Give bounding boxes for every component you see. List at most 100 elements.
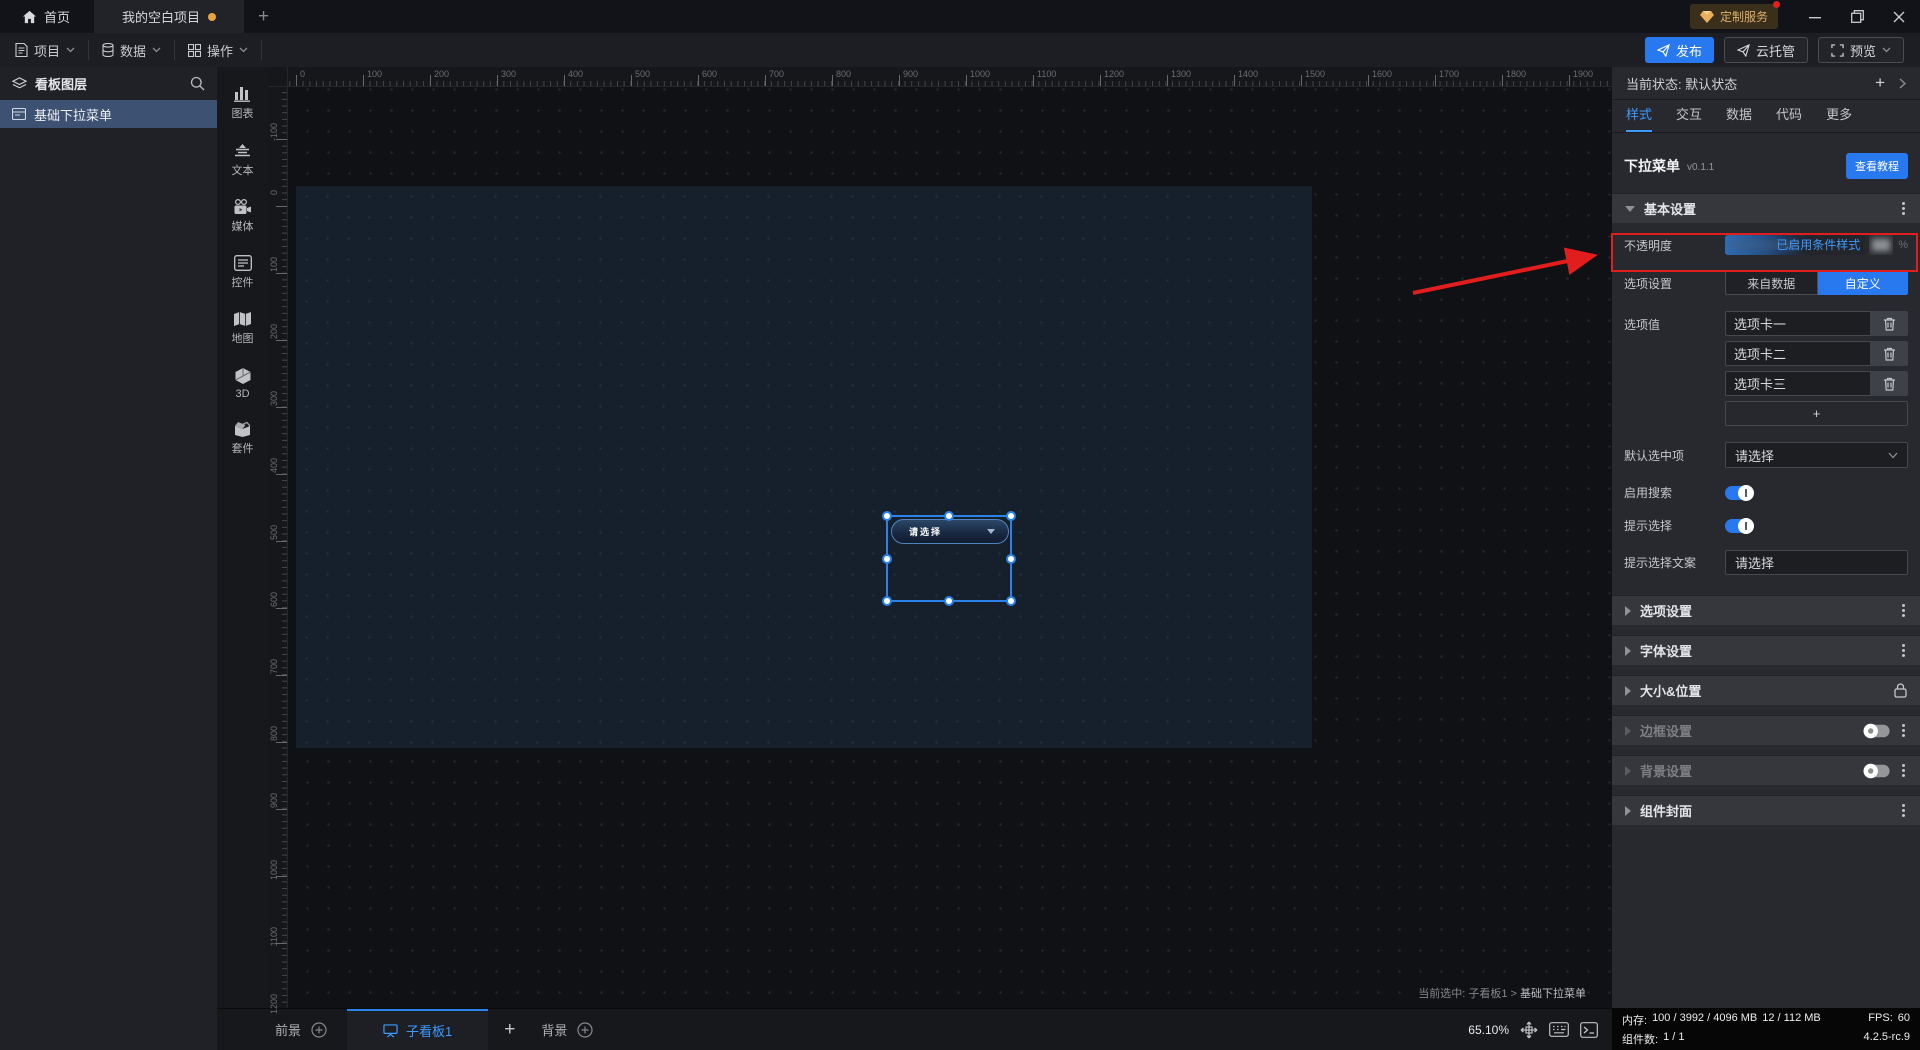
resize-handle-bottom-center[interactable]: [944, 596, 954, 606]
delete-option-button[interactable]: [1870, 371, 1908, 396]
fit-view-button[interactable]: [1520, 1021, 1538, 1039]
custom-button[interactable]: 自定义: [1817, 271, 1908, 295]
new-tab-button[interactable]: +: [244, 0, 283, 33]
sub-board[interactable]: [296, 186, 1312, 748]
zoom-level[interactable]: 65.10%: [1468, 1023, 1509, 1037]
enable-search-toggle[interactable]: [1725, 484, 1754, 501]
strip-item-charts[interactable]: 图表: [232, 85, 254, 121]
close-button[interactable]: [1878, 0, 1920, 33]
section-menu-icon[interactable]: [1900, 762, 1907, 779]
opacity-value-box[interactable]: [1869, 235, 1894, 255]
cloud-hosting-label: 云托管: [1755, 43, 1795, 59]
section-menu-icon[interactable]: [1900, 802, 1907, 819]
resize-handle-top-right[interactable]: [1006, 511, 1016, 521]
strip-item-widgets[interactable]: 控件: [232, 255, 254, 290]
component-icon: [12, 108, 26, 120]
section-menu-icon[interactable]: [1900, 642, 1907, 659]
home-button[interactable]: 首页: [0, 0, 88, 33]
tab-more[interactable]: 更多: [1826, 104, 1852, 132]
layers-panel: 看板图层 基础下拉菜单: [0, 67, 217, 1050]
from-data-button[interactable]: 来自数据: [1725, 271, 1818, 295]
option-values-label: 选项值: [1624, 318, 1661, 332]
option-input[interactable]: 选项卡一: [1725, 311, 1870, 336]
search-icon[interactable]: [190, 76, 205, 91]
project-tab[interactable]: 我的空白项目: [94, 0, 245, 33]
background-settings-toggle[interactable]: [1863, 763, 1890, 778]
section-menu-icon[interactable]: [1900, 200, 1907, 217]
strip-item-text[interactable]: 文本: [232, 142, 254, 178]
canvas-body[interactable]: 请选择 当前选中: 子看板1 > 基础下拉菜单: [288, 87, 1612, 1008]
section-menu-icon[interactable]: [1900, 722, 1907, 739]
tutorial-button[interactable]: 查看教程: [1846, 153, 1908, 179]
minimize-button[interactable]: [1794, 0, 1836, 33]
resize-handle-bottom-right[interactable]: [1006, 596, 1016, 606]
shortcut-keys-button[interactable]: [1549, 1022, 1569, 1037]
section-menu-icon[interactable]: [1900, 602, 1907, 619]
dropdown-control[interactable]: 请选择: [891, 519, 1009, 544]
circle-plus-icon[interactable]: [311, 1021, 327, 1038]
prompt-select-label: 提示选择: [1624, 519, 1673, 533]
lock-icon[interactable]: [1894, 683, 1907, 698]
prompt-text-input[interactable]: 请选择: [1725, 550, 1908, 575]
status-bar: 内存: 100 / 3992 / 4096 MB 12 / 112 MB FPS…: [1612, 1008, 1920, 1050]
console-button[interactable]: [1580, 1021, 1598, 1038]
option-input[interactable]: 选项卡三: [1725, 371, 1870, 396]
strip-item-3d[interactable]: 3D: [234, 367, 252, 400]
custom-service-badge[interactable]: 定制服务: [1689, 1, 1780, 29]
tab-data[interactable]: 数据: [1726, 104, 1752, 132]
prompt-select-toggle[interactable]: [1725, 517, 1754, 534]
menu-actions-label: 操作: [207, 43, 234, 59]
section-basic-settings[interactable]: 基本设置: [1612, 193, 1920, 223]
tab-code[interactable]: 代码: [1776, 104, 1802, 132]
chevron-right-icon[interactable]: [1899, 77, 1906, 89]
resize-handle-top-left[interactable]: [882, 511, 892, 521]
default-selected-dropdown[interactable]: 请选择: [1725, 442, 1908, 468]
section-size-position[interactable]: 大小&位置: [1612, 675, 1920, 705]
delete-option-button[interactable]: [1870, 311, 1908, 336]
foreground-tab[interactable]: 前景: [217, 1009, 327, 1050]
publish-button[interactable]: 发布: [1644, 37, 1714, 63]
panel-tabs: 样式 交互 数据 代码 更多: [1612, 100, 1920, 133]
selection-breadcrumb: 当前选中: 子看板1 > 基础下拉菜单: [1418, 985, 1586, 1001]
resize-handle-top-center[interactable]: [944, 511, 954, 521]
border-settings-toggle[interactable]: [1863, 723, 1890, 738]
component-count-label: 组件数:: [1622, 1034, 1659, 1046]
menu-data[interactable]: 数据: [89, 40, 176, 60]
add-board-button[interactable]: +: [488, 1009, 531, 1050]
delete-option-button[interactable]: [1870, 341, 1908, 366]
strip-item-media[interactable]: 媒体: [232, 199, 254, 234]
opacity-slider[interactable]: 已启用条件样式: [1725, 235, 1866, 255]
background-tab[interactable]: 背景: [531, 1009, 603, 1050]
section-option-settings[interactable]: 选项设置: [1612, 595, 1920, 625]
selected-component-dropdown[interactable]: 请选择: [882, 511, 1016, 606]
tab-style[interactable]: 样式: [1626, 104, 1653, 132]
home-label: 首页: [44, 10, 71, 25]
resize-handle-bottom-left[interactable]: [882, 596, 892, 606]
menu-project[interactable]: 项目: [0, 40, 90, 60]
resize-handle-mid-right[interactable]: [1006, 553, 1016, 564]
section-border-settings[interactable]: 边框设置: [1612, 715, 1920, 745]
option-input[interactable]: 选项卡二: [1725, 341, 1870, 366]
tab-interaction[interactable]: 交互: [1676, 104, 1702, 132]
expand-arrow-icon: [1625, 765, 1631, 776]
fps-value: 60: [1897, 1012, 1910, 1024]
add-option-button[interactable]: +: [1725, 401, 1908, 426]
component-version: v0.1.1: [1687, 162, 1715, 173]
subboard-tab[interactable]: 子看板1: [347, 1009, 489, 1050]
add-state-button[interactable]: +: [1875, 73, 1885, 93]
section-label: 边框设置: [1640, 724, 1693, 739]
section-font-settings[interactable]: 字体设置: [1612, 635, 1920, 665]
cloud-hosting-button[interactable]: 云托管: [1723, 37, 1808, 63]
section-component-cover[interactable]: 组件封面: [1612, 795, 1920, 825]
menu-actions[interactable]: 操作: [175, 40, 263, 60]
maximize-button[interactable]: [1836, 0, 1878, 33]
chevron-down-icon: [1888, 452, 1898, 458]
strip-item-kits[interactable]: 套件: [232, 421, 254, 456]
option-row-2: 选项卡二: [1725, 341, 1908, 366]
strip-item-map[interactable]: 地图: [232, 311, 254, 346]
preview-button[interactable]: 预览: [1817, 37, 1904, 63]
layer-item-dropdown[interactable]: 基础下拉菜单: [0, 100, 217, 128]
section-background-settings[interactable]: 背景设置: [1612, 755, 1920, 785]
resize-handle-mid-left[interactable]: [882, 553, 892, 564]
circle-plus-icon[interactable]: [577, 1021, 593, 1038]
